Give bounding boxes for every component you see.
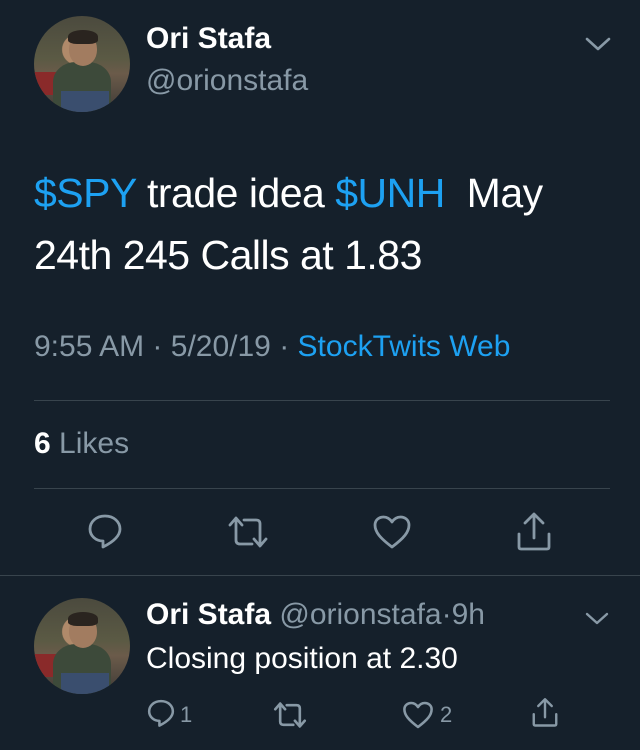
- like-icon[interactable]: [372, 514, 412, 550]
- tweet-time: 9:55 AM: [34, 330, 145, 363]
- divider: [34, 488, 610, 489]
- reply-count: 1: [180, 702, 193, 727]
- tweet-meta: 9:55 AM · 5/20/19 · StockTwits Web: [34, 330, 510, 364]
- cashtag-unh[interactable]: $UNH: [335, 170, 445, 216]
- meta-separator: ·: [152, 330, 163, 363]
- like-count: 2: [440, 702, 453, 727]
- likes-count: 6: [34, 427, 51, 460]
- divider: [34, 400, 610, 401]
- retweet-icon[interactable]: [272, 700, 308, 730]
- tweet-date: 5/20/19: [170, 330, 271, 363]
- likes-label: Likes: [59, 427, 130, 460]
- likes-summary[interactable]: 6 Likes: [34, 427, 129, 461]
- tweet-text: $SPY trade idea $UNH May 24th 245 Calls …: [34, 162, 614, 286]
- author-handle[interactable]: @orionstafa: [146, 64, 308, 98]
- chevron-down-icon[interactable]: [584, 610, 610, 628]
- chevron-down-icon[interactable]: [584, 34, 612, 54]
- author-avatar[interactable]: [34, 16, 130, 112]
- reply-header: Ori Stafa @orionstafa·9h: [146, 598, 485, 632]
- reply-text: Closing position at 2.30: [146, 642, 458, 675]
- share-icon[interactable]: [530, 696, 560, 728]
- like-icon[interactable]: [402, 700, 434, 730]
- retweet-icon[interactable]: [226, 514, 270, 550]
- reply-author-avatar[interactable]: [34, 598, 130, 694]
- author-name[interactable]: Ori Stafa: [146, 22, 271, 56]
- divider: [0, 575, 640, 576]
- reply-age: 9h: [451, 598, 485, 631]
- reply-icon[interactable]: [146, 698, 176, 728]
- share-icon[interactable]: [514, 510, 554, 552]
- tweet-text-segment: trade idea: [136, 170, 336, 216]
- reply-icon[interactable]: [86, 512, 124, 550]
- reply-author-name[interactable]: Ori Stafa: [146, 598, 271, 631]
- tweet-source-link[interactable]: StockTwits Web: [298, 330, 511, 363]
- cashtag-spy[interactable]: $SPY: [34, 170, 137, 216]
- reply-author-handle[interactable]: @orionstafa: [279, 598, 441, 631]
- reply-separator: ·: [441, 598, 452, 631]
- meta-separator: ·: [279, 330, 290, 363]
